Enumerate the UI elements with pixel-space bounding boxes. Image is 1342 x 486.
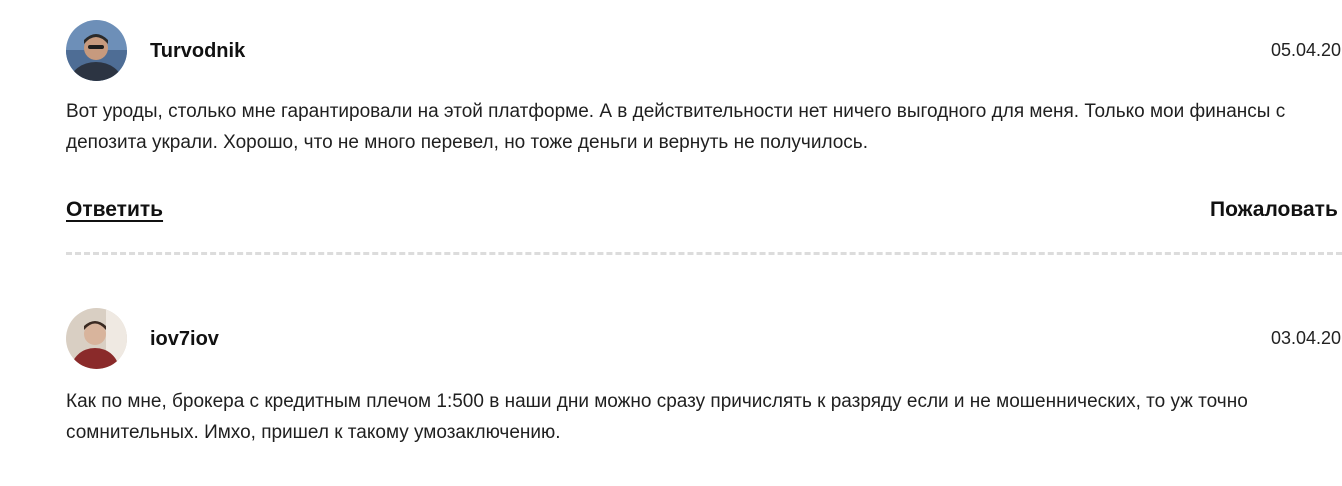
comments-page: Turvodnik 05.04.20 Вот уроды, столько мн…: [0, 0, 1342, 486]
avatar[interactable]: [66, 308, 127, 369]
comment-item: iov7iov 03.04.20 Как по мне, брокера с к…: [66, 308, 1342, 443]
comment-item: Turvodnik 05.04.20 Вот уроды, столько мн…: [66, 20, 1342, 153]
comment-date: 03.04.20: [1271, 328, 1342, 348]
report-link[interactable]: Пожаловать: [1210, 198, 1338, 222]
comment-header: iov7iov 03.04.20: [66, 308, 1342, 370]
comment-author[interactable]: iov7iov: [150, 328, 219, 351]
avatar-photo: [66, 20, 127, 81]
comment-text: Вот уроды, столько мне гарантировали на …: [66, 101, 1286, 153]
avatar[interactable]: [66, 20, 127, 81]
avatar-photo: [66, 308, 127, 369]
comment-divider: [66, 252, 1342, 255]
comment-author[interactable]: Turvodnik: [150, 40, 245, 63]
comment-header: Turvodnik 05.04.20: [66, 20, 1342, 82]
comment-text: Как по мне, брокера с кредитным плечом 1…: [66, 391, 1248, 443]
comment-date: 05.04.20: [1271, 40, 1342, 60]
reply-link[interactable]: Ответить: [66, 198, 163, 222]
